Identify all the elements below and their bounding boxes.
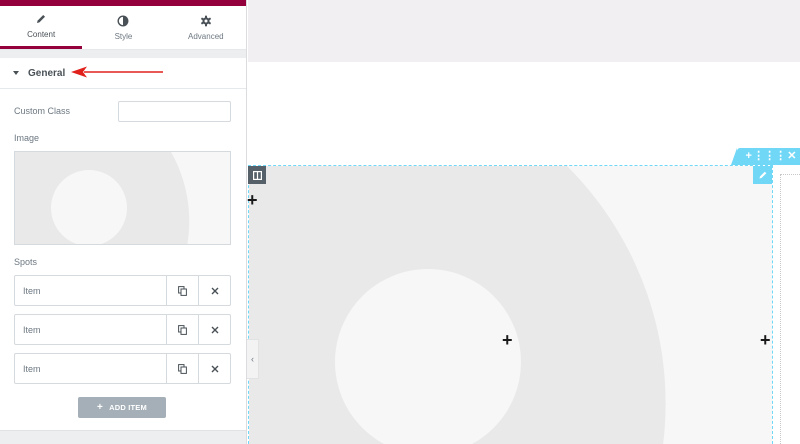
custom-class-input[interactable] xyxy=(119,102,246,121)
spot-row: Item xyxy=(14,353,231,384)
image-picker[interactable] xyxy=(14,151,231,245)
close-icon xyxy=(211,365,218,372)
panel-tabs: Content Style Advanced xyxy=(0,6,246,50)
copy-icon xyxy=(178,363,187,374)
tab-content-label: Content xyxy=(27,30,56,39)
spot-row: Item xyxy=(14,275,231,306)
spot-row: Item xyxy=(14,314,231,345)
spot-title[interactable]: Item xyxy=(15,276,166,305)
image-label: Image xyxy=(14,133,40,143)
gear-icon xyxy=(200,15,211,26)
panel-gap xyxy=(0,50,246,58)
hotspot-marker[interactable]: + xyxy=(247,191,258,209)
widget-image-placeholder xyxy=(249,166,772,444)
duplicate-button[interactable] xyxy=(166,276,198,305)
collapse-panel-button[interactable]: ‹ xyxy=(247,339,259,379)
panel-footer-gap xyxy=(0,430,246,444)
remove-button[interactable] xyxy=(198,354,230,383)
tab-advanced[interactable]: Advanced xyxy=(165,6,246,49)
chevron-left-icon: ‹ xyxy=(251,354,254,364)
remove-button[interactable] xyxy=(198,276,230,305)
custom-class-label: Custom Class xyxy=(14,106,71,116)
close-icon xyxy=(211,287,218,294)
pencil-icon xyxy=(759,171,766,179)
delete-section-icon[interactable]: ✕ xyxy=(787,151,796,162)
spots-label: Spots xyxy=(14,257,38,267)
remove-button[interactable] xyxy=(198,315,230,344)
hotspot-marker[interactable]: + xyxy=(760,331,771,349)
hotspot-marker[interactable]: + xyxy=(502,331,513,349)
caret-down-icon xyxy=(13,71,19,75)
columns-icon xyxy=(252,170,262,180)
dynamic-tags-button[interactable] xyxy=(246,102,247,121)
tab-style[interactable]: Style xyxy=(82,6,164,49)
plus-icon: + xyxy=(97,402,104,413)
canvas-header-area xyxy=(248,0,800,62)
edit-widget-button[interactable] xyxy=(753,166,772,184)
drag-handle-icon[interactable]: ⋮⋮⋮ xyxy=(753,151,786,162)
tab-advanced-label: Advanced xyxy=(188,31,224,41)
tab-style-label: Style xyxy=(114,31,133,41)
spot-title[interactable]: Item xyxy=(15,315,166,344)
section-title: General xyxy=(28,67,66,79)
spot-title[interactable]: Item xyxy=(15,354,166,383)
hotspot-widget[interactable] xyxy=(248,165,773,444)
copy-icon xyxy=(178,285,187,296)
adjacent-column-outline xyxy=(780,174,800,444)
half-circle-icon xyxy=(117,14,129,27)
column-handle[interactable] xyxy=(248,166,266,184)
annotation-arrow-icon xyxy=(71,66,163,78)
add-item-label: ADD ITEM xyxy=(109,403,147,412)
section-handle: + ⋮⋮⋮ ✕ xyxy=(731,148,800,165)
duplicate-button[interactable] xyxy=(166,354,198,383)
duplicate-button[interactable] xyxy=(166,315,198,344)
section-handle-notch xyxy=(731,148,737,165)
custom-class-control xyxy=(118,101,246,122)
pencil-icon xyxy=(37,15,46,23)
image-placeholder-icon xyxy=(15,152,230,244)
add-section-icon[interactable]: + xyxy=(746,151,752,162)
tab-content[interactable]: Content xyxy=(0,6,83,49)
add-item-button[interactable]: + ADD ITEM xyxy=(78,397,166,418)
editor-panel: Content Style Advanced General Custom Cl… xyxy=(0,0,247,444)
close-icon xyxy=(211,326,218,333)
copy-icon xyxy=(178,324,187,335)
